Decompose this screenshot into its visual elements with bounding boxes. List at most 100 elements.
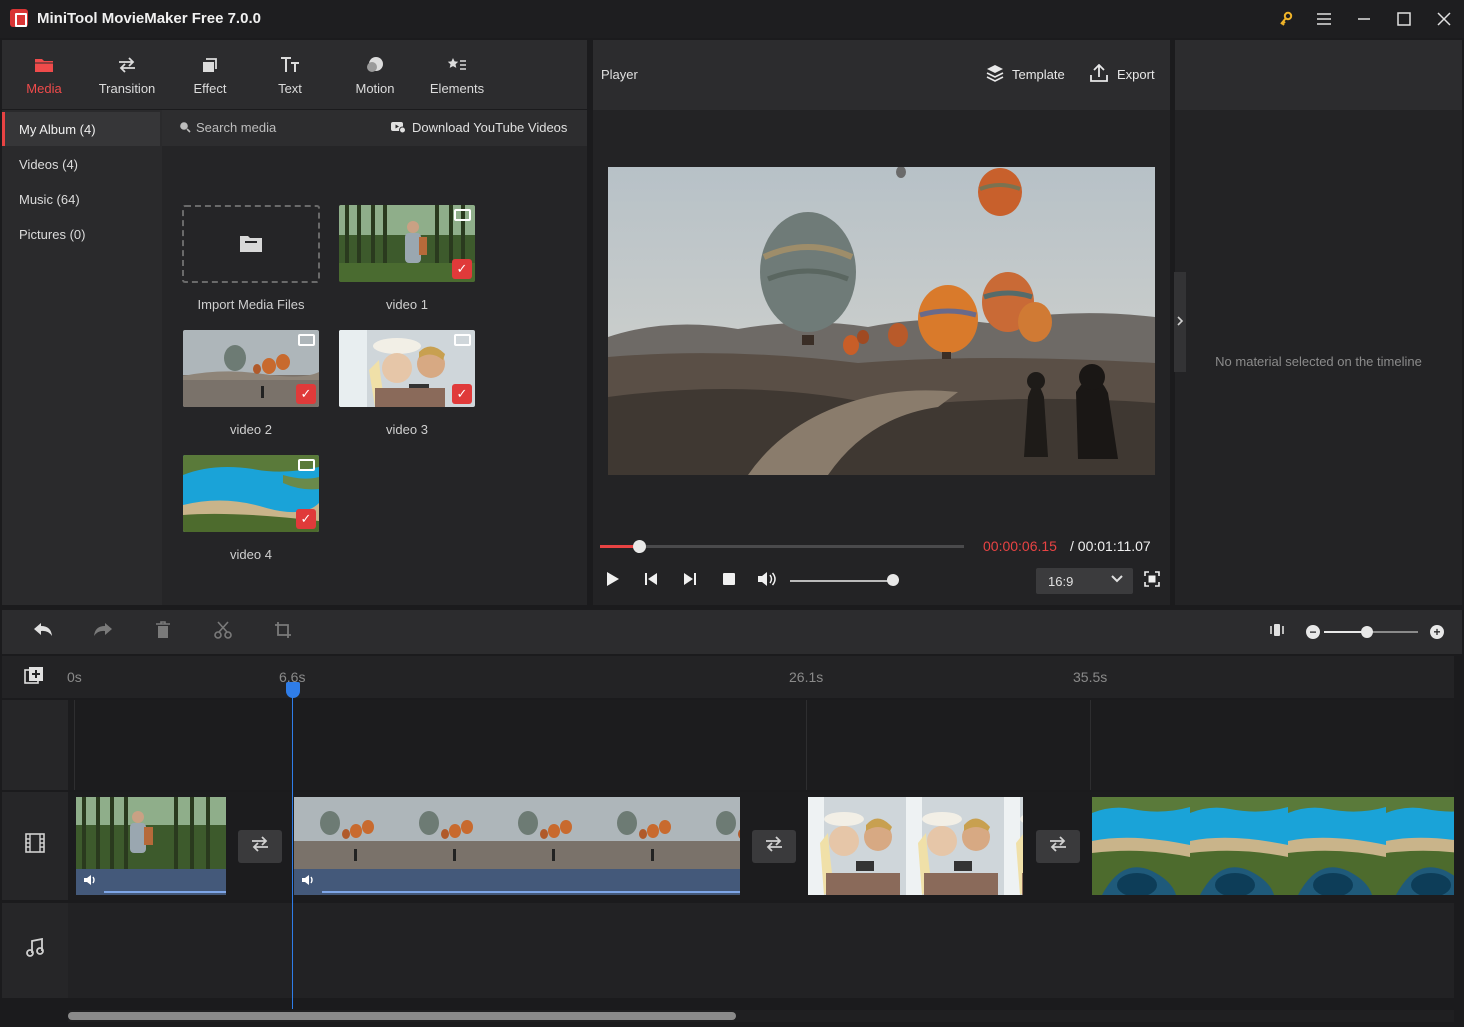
film-icon — [25, 833, 45, 859]
redo-icon — [93, 622, 113, 643]
checkmark-icon[interactable]: ✓ — [296, 509, 316, 529]
transition-slot[interactable] — [1036, 830, 1080, 863]
import-media-button[interactable] — [182, 205, 320, 283]
media-item-label: video 4 — [230, 547, 272, 562]
seek-bar[interactable] — [600, 545, 964, 548]
split-button[interactable] — [211, 620, 235, 644]
template-button[interactable]: Template — [986, 64, 1065, 85]
zoom-out-button[interactable]: − — [1306, 625, 1320, 639]
search-icon — [179, 121, 191, 136]
media-item-video-2[interactable]: ✓ — [183, 330, 319, 407]
stop-button[interactable] — [718, 570, 740, 592]
effect-icon — [200, 55, 220, 75]
previous-frame-button[interactable] — [640, 570, 662, 592]
trash-icon — [155, 620, 171, 644]
stop-icon — [722, 572, 736, 591]
minimize-icon[interactable] — [1349, 6, 1379, 32]
sidebar-item-videos[interactable]: Videos (4) — [2, 147, 160, 181]
clip-audio-bar[interactable] — [294, 869, 740, 895]
undo-button[interactable] — [31, 620, 55, 644]
key-icon[interactable] — [1271, 6, 1301, 32]
tab-text[interactable]: Text — [265, 40, 315, 110]
app-window: MiniTool MovieMaker Free 7.0.0 Media Tra… — [0, 0, 1464, 1027]
grid-line — [806, 700, 807, 790]
menu-icon[interactable] — [1309, 6, 1339, 32]
clip-audio-bar[interactable] — [76, 869, 226, 895]
download-youtube-button[interactable]: Download YouTube Videos — [390, 120, 567, 136]
youtube-icon — [390, 121, 406, 136]
media-item-label: video 1 — [386, 297, 428, 312]
seek-handle[interactable] — [633, 540, 646, 553]
media-item-video-4[interactable]: ✓ — [183, 455, 319, 532]
timeline-clip-video-1[interactable] — [76, 797, 226, 895]
transition-icon — [764, 836, 784, 857]
add-track-button[interactable] — [24, 666, 44, 689]
media-item-video-3[interactable]: ✓ — [339, 330, 475, 407]
next-frame-button[interactable] — [679, 570, 701, 592]
timeline-scroll-thumb[interactable] — [68, 1012, 736, 1020]
search-input[interactable]: Search media — [179, 120, 276, 136]
sidebar-item-music[interactable]: Music (64) — [2, 182, 160, 216]
transition-slot[interactable] — [238, 830, 282, 863]
zoom-handle[interactable] — [1361, 626, 1373, 638]
music-track-header — [2, 903, 68, 998]
close-icon[interactable] — [1429, 6, 1459, 32]
tab-label: Media — [26, 80, 62, 96]
fit-timeline-button[interactable] — [1265, 620, 1289, 644]
import-media-label: Import Media Files — [197, 297, 305, 312]
tab-media[interactable]: Media — [16, 40, 72, 110]
zoom-in-button[interactable]: + — [1430, 625, 1444, 639]
crop-button[interactable] — [271, 620, 295, 644]
ruler-label: 26.1s — [789, 669, 824, 685]
transition-icon — [117, 55, 137, 75]
speaker-icon[interactable] — [83, 874, 97, 889]
plus-icon: + — [1433, 625, 1441, 639]
app-title: MiniTool MovieMaker Free 7.0.0 — [37, 10, 261, 27]
folder-icon — [34, 55, 54, 75]
sidebar-item-my-album[interactable]: My Album (4) — [2, 112, 160, 146]
elements-icon — [447, 55, 467, 75]
app-logo-icon — [10, 9, 28, 27]
music-track[interactable] — [68, 903, 1454, 998]
tab-transition[interactable]: Transition — [92, 40, 162, 110]
tab-elements[interactable]: Elements — [427, 40, 487, 110]
checkmark-icon[interactable]: ✓ — [452, 384, 472, 404]
play-button[interactable] — [602, 570, 624, 592]
skip-forward-icon — [683, 572, 697, 591]
timeline-clip-video-3[interactable] — [808, 797, 1023, 895]
redo-button[interactable] — [91, 620, 115, 644]
playhead-line[interactable] — [292, 684, 293, 1009]
fullscreen-button[interactable] — [1141, 570, 1163, 592]
video-type-icon — [454, 209, 471, 221]
grid-line — [1090, 700, 1091, 790]
minus-icon: − — [1309, 625, 1317, 639]
music-note-icon — [26, 937, 44, 964]
player-title: Player — [601, 67, 638, 82]
properties-panel — [1175, 40, 1462, 605]
media-item-video-1[interactable]: ✓ — [339, 205, 475, 282]
timeline-ruler[interactable]: 0s 6.6s 26.1s 35.5s — [2, 656, 1454, 698]
empty-track[interactable] — [68, 700, 1454, 790]
library-tabs: Media Transition Effect Text Motion Elem… — [2, 40, 587, 110]
timeline-clip-video-2[interactable] — [294, 797, 740, 895]
delete-button[interactable] — [151, 620, 175, 644]
aspect-ratio-select[interactable]: 16:9 — [1036, 568, 1133, 594]
tab-effect[interactable]: Effect — [182, 40, 238, 110]
sidebar-item-pictures[interactable]: Pictures (0) — [2, 217, 160, 251]
tab-label: Text — [278, 80, 302, 96]
volume-slider[interactable] — [790, 580, 892, 582]
export-button[interactable]: Export — [1089, 63, 1155, 85]
volume-button[interactable] — [756, 570, 778, 592]
checkmark-icon[interactable]: ✓ — [296, 384, 316, 404]
speaker-icon[interactable] — [301, 874, 315, 889]
checkmark-icon[interactable]: ✓ — [452, 259, 472, 279]
timeline-clip-video-4[interactable] — [1092, 797, 1454, 895]
maximize-icon[interactable] — [1389, 6, 1419, 32]
playhead-handle[interactable] — [286, 682, 300, 698]
volume-handle[interactable] — [887, 574, 899, 586]
tab-motion[interactable]: Motion — [347, 40, 403, 110]
tab-label: Motion — [355, 80, 395, 96]
tab-label: Transition — [98, 80, 156, 96]
text-icon — [280, 55, 300, 75]
transition-slot[interactable] — [752, 830, 796, 863]
